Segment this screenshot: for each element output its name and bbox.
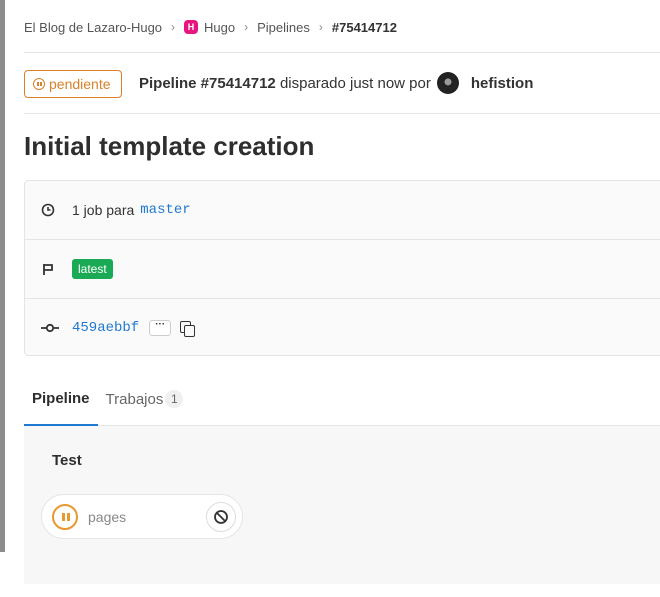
- chevron-right-icon: ›: [244, 20, 249, 34]
- stage-title: Test: [52, 452, 82, 469]
- job-name: pages: [88, 508, 127, 525]
- breadcrumb: El Blog de Lazaro-Hugo › H Hugo › Pipeli…: [24, 17, 397, 37]
- branch-link[interactable]: master: [140, 202, 190, 218]
- copy-icon[interactable]: [179, 320, 196, 337]
- tab-pipeline[interactable]: Pipeline: [24, 372, 98, 426]
- pipeline-info-box: 1 job para master latest 459aebbf ···: [24, 180, 660, 356]
- tab-jobs-label: Trabajos: [105, 390, 164, 408]
- project-avatar-icon: H: [184, 20, 199, 34]
- breadcrumb-pipelines-link[interactable]: Pipelines: [257, 20, 310, 35]
- expand-commit-button[interactable]: ···: [149, 319, 172, 336]
- page-title: Initial template creation: [24, 131, 315, 161]
- commit-sha-link[interactable]: 459aebbf: [72, 320, 139, 336]
- pipeline-status-badge[interactable]: pendiente: [24, 70, 122, 98]
- user-name-link[interactable]: hefistion: [471, 75, 534, 92]
- jobs-row: 1 job para master: [25, 181, 660, 239]
- jobs-count-badge: 1: [165, 390, 184, 408]
- chevron-right-icon: ›: [318, 20, 323, 34]
- cancel-job-button[interactable]: [206, 502, 236, 532]
- commit-row: 459aebbf ···: [25, 298, 660, 356]
- triggered-text: disparado just now por: [279, 74, 431, 92]
- status-label: pendiente: [49, 76, 111, 92]
- chevron-right-icon: ›: [171, 20, 176, 34]
- flag-icon: [41, 262, 61, 276]
- pending-icon: [52, 503, 78, 530]
- cancel-icon: [214, 510, 228, 524]
- latest-badge: latest: [72, 258, 113, 279]
- tags-row: latest: [25, 239, 660, 297]
- breadcrumb-group-link[interactable]: El Blog de Lazaro-Hugo: [24, 20, 162, 35]
- divider: [24, 52, 660, 53]
- breadcrumb-project-link[interactable]: Hugo: [204, 20, 235, 35]
- pipeline-id: Pipeline #75414712: [139, 74, 276, 92]
- breadcrumb-current[interactable]: #75414712: [332, 20, 397, 35]
- pipeline-graph: Test pages: [24, 426, 660, 584]
- pending-icon: [33, 78, 45, 90]
- pipeline-tabs: Pipeline Trabajos 1: [24, 372, 660, 426]
- jobs-count-text: 1 job para: [72, 202, 135, 218]
- tab-jobs[interactable]: Trabajos 1: [98, 372, 192, 426]
- divider: [24, 113, 660, 114]
- clock-icon: [41, 203, 61, 217]
- commit-icon: [41, 323, 61, 333]
- tab-pipeline-label: Pipeline: [32, 389, 90, 407]
- window-left-edge: [0, 0, 5, 552]
- job-pill[interactable]: pages: [41, 494, 243, 539]
- pipeline-header-info: Pipeline #75414712 disparado just now po…: [139, 72, 534, 94]
- user-avatar[interactable]: [436, 72, 459, 94]
